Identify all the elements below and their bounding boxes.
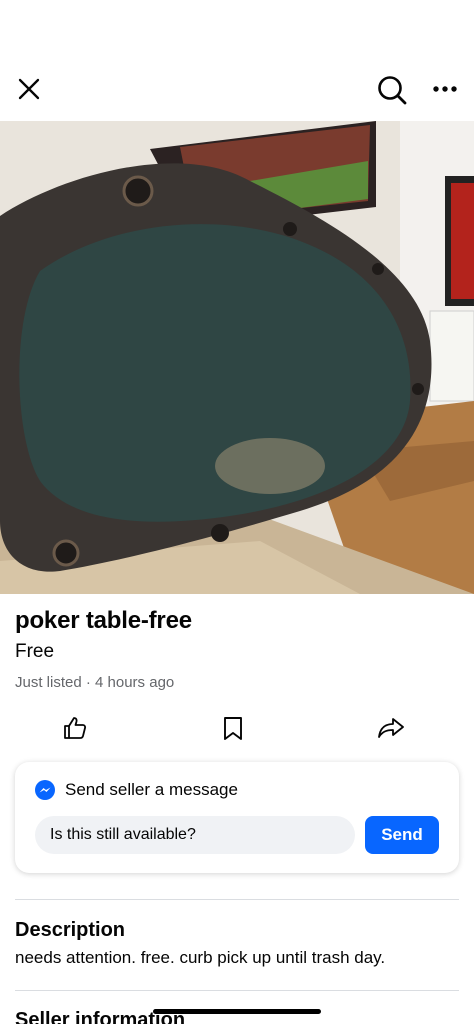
more-icon bbox=[433, 86, 457, 92]
description-text: needs attention. free. curb pick up unti… bbox=[15, 948, 386, 967]
messenger-icon bbox=[35, 780, 55, 800]
divider bbox=[15, 899, 459, 900]
listing-meta: Just listed · 4 hours ago bbox=[15, 674, 175, 691]
more-options-button[interactable] bbox=[426, 70, 464, 108]
share-button[interactable] bbox=[375, 712, 407, 744]
bookmark-icon bbox=[224, 717, 242, 740]
send-button[interactable]: Send bbox=[365, 816, 439, 854]
listing-photo[interactable] bbox=[0, 121, 474, 594]
like-button[interactable] bbox=[59, 712, 91, 744]
listing-price: Free bbox=[15, 641, 55, 662]
message-header: Send seller a message bbox=[35, 780, 238, 800]
message-heading: Send seller a message bbox=[65, 780, 238, 799]
message-card: Send seller a message Is this still avai… bbox=[15, 762, 459, 873]
message-input[interactable]: Is this still available? bbox=[35, 816, 355, 854]
close-icon bbox=[18, 78, 40, 100]
share-icon bbox=[378, 718, 404, 738]
divider bbox=[15, 990, 459, 991]
search-button[interactable] bbox=[372, 70, 412, 110]
thumbs-up-icon bbox=[64, 717, 87, 739]
save-button[interactable] bbox=[217, 712, 249, 744]
listing-title: poker table-free bbox=[15, 607, 192, 634]
close-button[interactable] bbox=[10, 70, 48, 108]
home-indicator bbox=[153, 1009, 321, 1014]
search-icon bbox=[378, 76, 407, 105]
description-heading: Description bbox=[15, 919, 126, 941]
action-row bbox=[0, 708, 474, 748]
top-bar bbox=[0, 60, 474, 118]
